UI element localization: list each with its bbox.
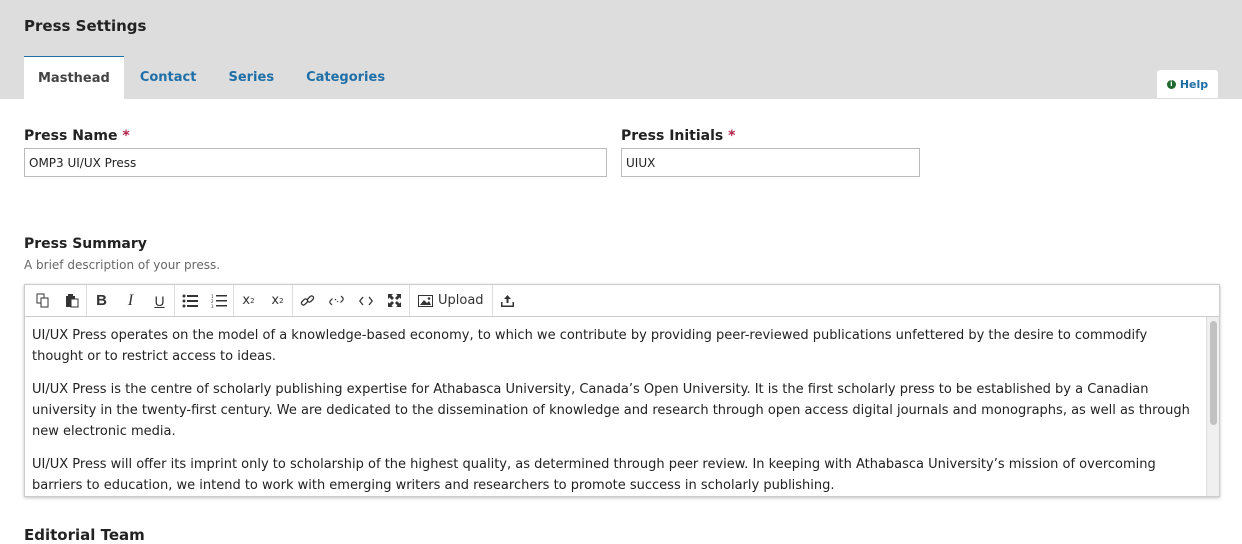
- settings-tabs: Masthead Contact Series Categories: [24, 56, 401, 99]
- underline-icon[interactable]: U: [145, 286, 174, 316]
- editorial-team-label: Editorial Team: [24, 526, 145, 544]
- press-initials-input[interactable]: UIUX: [621, 148, 920, 177]
- numbered-list-icon[interactable]: 123: [204, 286, 233, 316]
- page-title: Press Settings: [24, 17, 147, 35]
- tab-masthead[interactable]: Masthead: [24, 56, 124, 99]
- link-icon[interactable]: [293, 286, 322, 316]
- bold-icon[interactable]: B: [87, 286, 116, 316]
- italic-icon[interactable]: I: [116, 286, 145, 316]
- editor-scrollbar[interactable]: [1206, 317, 1219, 496]
- summary-paragraph: UI/UX Press operates on the model of a k…: [32, 328, 1148, 364]
- scrollbar-thumb[interactable]: [1210, 321, 1217, 425]
- press-initials-label-text: Press Initials: [621, 128, 724, 144]
- required-mark: *: [728, 128, 736, 144]
- press-name-label-text: Press Name: [24, 128, 118, 144]
- press-summary-editor: B I U 123 x2 x2 Upload UI/UX Press opera…: [24, 284, 1220, 497]
- svg-text:3: 3: [211, 304, 214, 308]
- page-header: Press Settings Masthead Contact Series C…: [0, 0, 1242, 99]
- image-icon: [418, 294, 433, 307]
- press-summary-description: A brief description of your press.: [24, 258, 221, 272]
- superscript-icon[interactable]: x2: [234, 286, 263, 316]
- code-icon[interactable]: [351, 286, 380, 316]
- copy-icon[interactable]: [28, 286, 57, 316]
- info-icon: i: [1166, 79, 1176, 89]
- tab-categories[interactable]: Categories: [290, 56, 401, 99]
- summary-paragraph: UI/UX Press is the centre of scholarly p…: [32, 382, 1190, 439]
- subscript-icon[interactable]: x2: [263, 286, 292, 316]
- fullscreen-icon[interactable]: [380, 286, 409, 316]
- unlink-icon[interactable]: [322, 286, 351, 316]
- summary-paragraph: UI/UX Press will offer its imprint only …: [32, 457, 1156, 493]
- editor-content[interactable]: UI/UX Press operates on the model of a k…: [25, 317, 1208, 496]
- upload-icon[interactable]: [493, 286, 522, 316]
- press-name-input[interactable]: OMP3 UI/UX Press: [24, 148, 607, 177]
- tab-series[interactable]: Series: [212, 56, 290, 99]
- help-button[interactable]: i Help: [1157, 70, 1218, 98]
- upload-label: Upload: [438, 293, 484, 308]
- required-mark: *: [122, 128, 130, 144]
- help-label: Help: [1179, 77, 1209, 91]
- bullet-list-icon[interactable]: [175, 286, 204, 316]
- paste-icon[interactable]: [57, 286, 86, 316]
- press-initials-label: Press Initials *: [621, 128, 735, 144]
- press-name-label: Press Name *: [24, 128, 130, 144]
- upload-image-button[interactable]: Upload: [410, 286, 492, 316]
- press-summary-label: Press Summary: [24, 236, 147, 252]
- editor-toolbar: B I U 123 x2 x2 Upload: [25, 285, 1219, 317]
- tab-contact[interactable]: Contact: [124, 56, 213, 99]
